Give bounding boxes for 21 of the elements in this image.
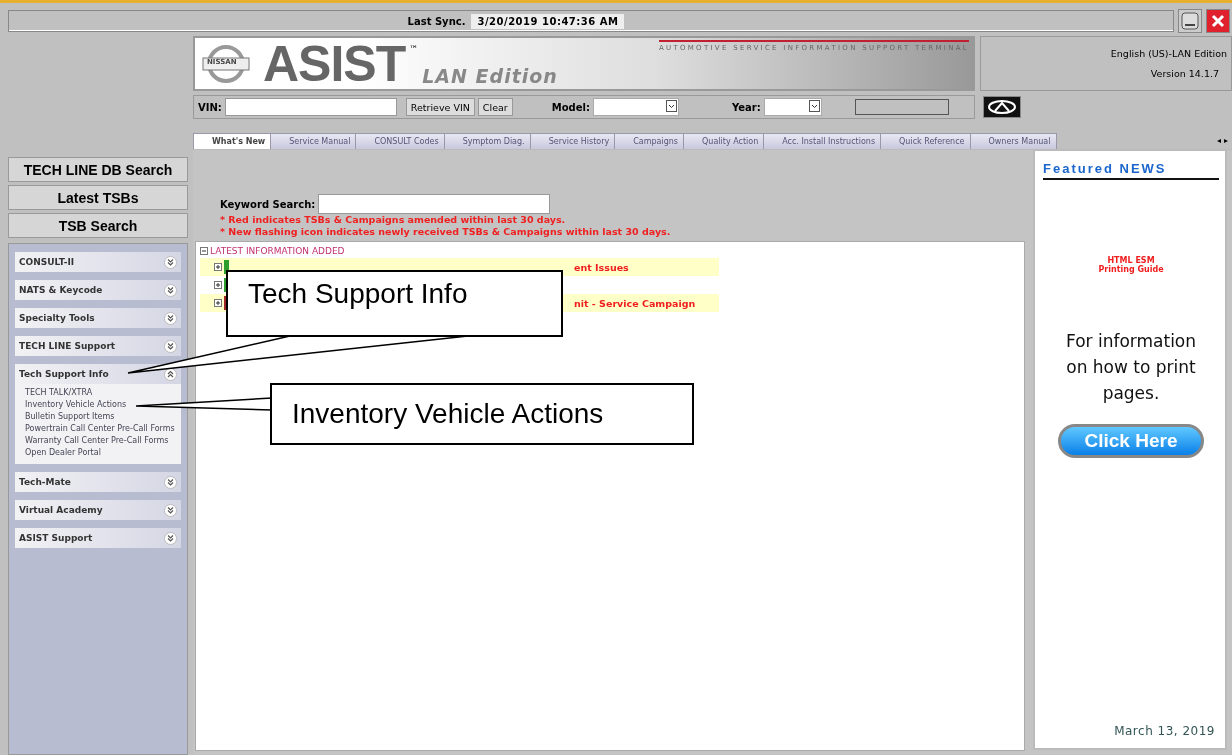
row-text: nit - Service Campaign [574, 297, 697, 309]
vin-label: VIN: [198, 101, 222, 113]
model-label: Model: [551, 101, 590, 113]
edition-label: English (US)-LAN Edition [1110, 48, 1227, 59]
keyword-label: Keyword Search: [220, 198, 316, 210]
list-heading: LATEST INFORMATION ADDED [210, 246, 345, 256]
note-text: * New flashing icon indicates newly received TSBs & Campaigns within last 30 days. [219, 226, 672, 238]
trademark: ™ [409, 44, 419, 54]
sync-value: 3/20/2019 10:47:36 AM [471, 13, 625, 29]
edition-text: LAN Edition [422, 65, 558, 87]
callout-tooltip: Tech Support Info [226, 270, 563, 337]
callout-tooltip: Inventory Vehicle Actions [270, 383, 694, 445]
asist-title: ASIST [263, 34, 406, 93]
featured-text: For information on how to print pages. [1064, 330, 1198, 405]
row-text: ent Issues [574, 261, 630, 273]
featured-date: March 13, 2019 [1114, 724, 1216, 738]
version-label: Version 14.1.7 [1150, 68, 1220, 79]
sync-label: Last Sync. [407, 15, 466, 27]
note-text: * Red indicates TSBs & Campaigns amended within last 30 days. [219, 214, 567, 226]
year-label: Year: [731, 101, 761, 113]
featured-title: Featured NEWS [1043, 161, 1219, 180]
